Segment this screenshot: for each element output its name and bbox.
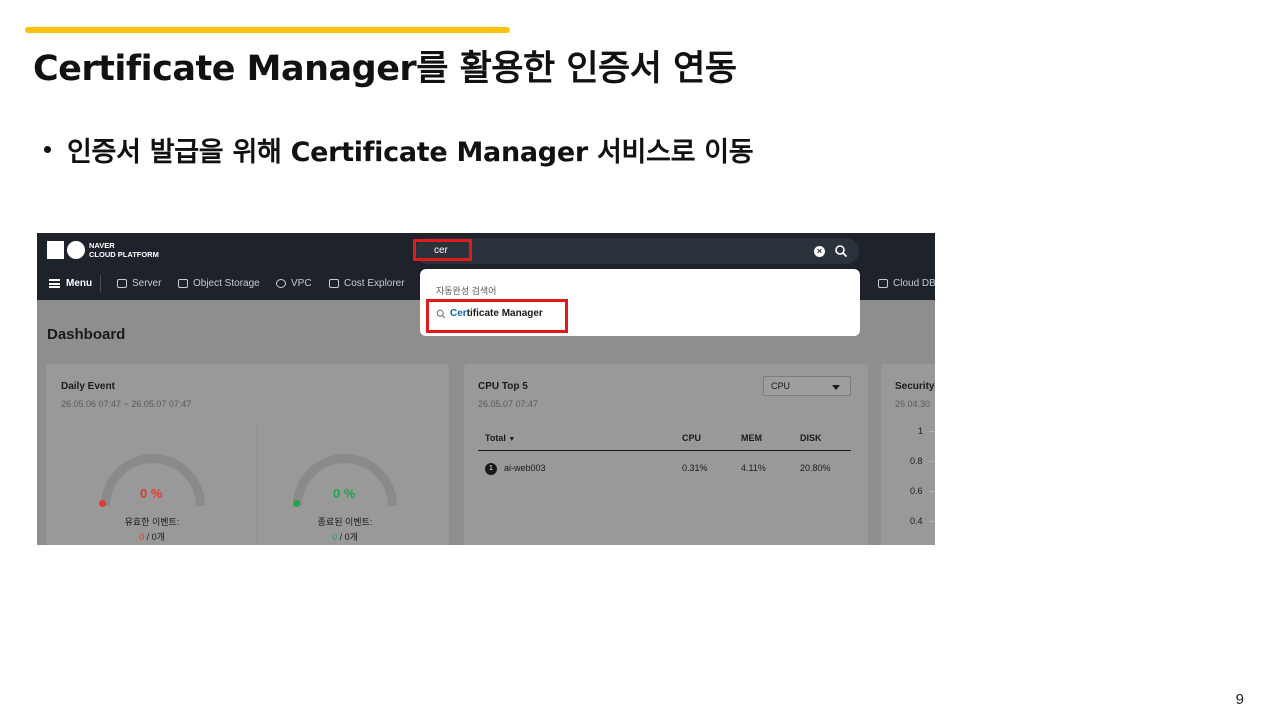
gauge-label: 종료된 이벤트:	[317, 517, 373, 527]
status-dot-green	[293, 500, 300, 507]
storage-icon	[178, 279, 188, 288]
server-name-link[interactable]: ai-web003	[504, 463, 546, 473]
naver-cloud-logo-icon[interactable]	[47, 241, 85, 259]
cpu-value: 0.31%	[682, 463, 708, 473]
card-date: 26.04.30	[895, 399, 931, 409]
server-icon	[117, 279, 127, 288]
title-accent-bar	[25, 27, 510, 33]
console-screenshot: NAVER CLOUD PLATFORM cer × Menu Server O…	[37, 233, 935, 545]
db-icon	[878, 279, 888, 288]
cpu-top5-card: CPU Top 5 26.05.07 07:47 CPU Total ▼ CPU…	[464, 364, 868, 545]
nav-item-vpc[interactable]: VPC	[276, 278, 312, 289]
grid-line	[929, 431, 935, 432]
gauge-label: 유효한 이벤트:	[124, 517, 180, 527]
search-highlight-box	[413, 239, 472, 261]
gauge-count: 0 / 0개	[139, 532, 165, 542]
nav-item-cost-explorer[interactable]: Cost Explorer	[329, 278, 405, 289]
column-total[interactable]: Total ▼	[485, 433, 515, 443]
nav-item-cloud-db[interactable]: Cloud DB	[878, 278, 935, 289]
column-disk: DISK	[800, 433, 822, 443]
y-tick: 1	[918, 426, 924, 436]
logo-text: NAVER CLOUD PLATFORM	[89, 241, 159, 259]
bullet-text: 인증서 발급을 위해 Certificate Manager 서비스로 이동	[67, 137, 754, 168]
y-tick: 0.8	[910, 456, 923, 466]
grid-line	[929, 491, 935, 492]
card-range: 26.05.06 07:47 ~ 26.05.07 07:47	[61, 399, 192, 409]
y-tick: 0.6	[910, 486, 923, 496]
nav-item-object-storage[interactable]: Object Storage	[178, 278, 260, 289]
mem-value: 4.11%	[741, 463, 766, 473]
nav-item-server[interactable]: Server	[117, 278, 161, 289]
page-number: 9	[1235, 691, 1244, 708]
daily-event-card: Daily Event 26.05.06 07:47 ~ 26.05.07 07…	[46, 364, 449, 545]
global-search-input[interactable]: cer ×	[415, 238, 859, 264]
gauge-count: 0 / 0개	[332, 532, 358, 542]
hamburger-icon	[49, 279, 60, 288]
autocomplete-highlight-box	[426, 299, 568, 333]
sort-down-icon: ▼	[508, 436, 516, 443]
rank-badge: 1	[485, 463, 497, 475]
grid-line	[929, 461, 935, 462]
card-date: 26.05.07 07:47	[478, 399, 539, 409]
bullet-dot	[44, 146, 51, 153]
disk-value: 20.80%	[800, 463, 831, 473]
grid-line	[929, 521, 935, 522]
bullet-point: 인증서 발급을 위해 Certificate Manager 서비스로 이동	[44, 130, 754, 169]
dashboard-title: Dashboard	[47, 326, 126, 343]
gauge-percent: 0 %	[140, 486, 163, 501]
cost-icon	[329, 279, 339, 288]
nav-divider	[100, 275, 101, 292]
vpc-icon	[276, 279, 286, 288]
security-card: Security 26.04.30 1 0.8 0.6 0.4	[881, 364, 935, 545]
column-mem: MEM	[741, 433, 762, 443]
chevron-down-icon	[832, 385, 840, 390]
column-cpu: CPU	[682, 433, 702, 443]
metric-select[interactable]: CPU	[763, 376, 851, 396]
top-bar: NAVER CLOUD PLATFORM cer ×	[37, 233, 935, 267]
close-circle-icon[interactable]: ×	[814, 246, 825, 257]
card-title: Daily Event	[61, 381, 115, 392]
search-icon[interactable]	[834, 244, 848, 258]
table-header-line	[478, 450, 851, 451]
card-divider	[257, 422, 258, 545]
card-title: CPU Top 5	[478, 381, 528, 392]
status-dot-red	[99, 500, 106, 507]
y-tick: 0.4	[910, 516, 923, 526]
card-title: Security	[895, 381, 935, 392]
gauge-percent: 0 %	[333, 486, 356, 501]
slide-title: Certificate Manager를 활용한 인증서 연동	[33, 49, 737, 89]
autocomplete-header: 자동완성 검색어	[436, 286, 497, 296]
menu-button[interactable]: Menu	[49, 278, 92, 289]
